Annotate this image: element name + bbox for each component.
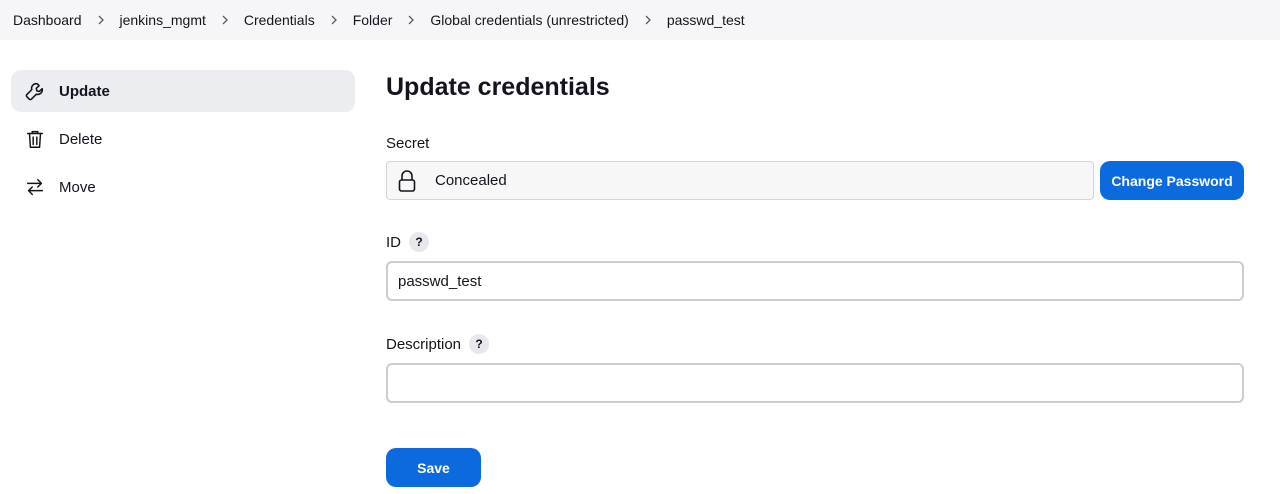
page-title: Update credentials [386,73,610,101]
arrows-swap-icon [23,175,47,199]
chevron-right-icon [82,0,120,40]
chevron-right-icon [629,0,667,40]
sidebar: Update Delete Move [11,70,355,214]
sidebar-item-delete[interactable]: Delete [11,118,355,160]
id-label: ID ? [386,230,429,254]
trash-icon [23,127,47,151]
secret-label-text: Secret [386,134,430,152]
lock-icon [397,169,417,193]
main-content: Update credentials Secret Concealed Chan… [386,70,1244,487]
breadcrumb-passwd-test[interactable]: passwd_test [667,12,745,28]
id-label-text: ID [386,233,401,251]
secret-label: Secret [386,131,429,155]
breadcrumb-jenkins-mgmt[interactable]: jenkins_mgmt [120,12,206,28]
description-label-text: Description [386,335,462,353]
sidebar-item-label: Delete [59,130,103,148]
help-icon[interactable]: ? [409,232,429,252]
breadcrumb-global-credentials[interactable]: Global credentials (unrestricted) [430,12,628,28]
description-field[interactable] [386,363,1244,403]
sidebar-item-update[interactable]: Update [11,70,355,112]
change-password-button[interactable]: Change Password [1100,161,1244,200]
secret-row: Concealed Change Password [386,161,1244,200]
chevron-right-icon [315,0,353,40]
breadcrumb-folder[interactable]: Folder [353,12,393,28]
secret-concealed-field: Concealed [386,161,1094,200]
breadcrumb-dashboard[interactable]: Dashboard [13,12,82,28]
description-label: Description ? [386,332,490,356]
save-button[interactable]: Save [386,448,481,487]
breadcrumb-credentials[interactable]: Credentials [244,12,315,28]
chevron-right-icon [206,0,244,40]
wrench-icon [23,79,47,103]
help-icon[interactable]: ? [469,334,490,354]
sidebar-item-move[interactable]: Move [11,166,355,208]
chevron-right-icon [392,0,430,40]
breadcrumb: Dashboard jenkins_mgmt Credentials Folde… [0,0,1280,40]
secret-value: Concealed [435,172,507,189]
sidebar-item-label: Move [59,178,96,196]
id-field[interactable] [386,261,1244,301]
sidebar-item-label: Update [59,82,110,100]
